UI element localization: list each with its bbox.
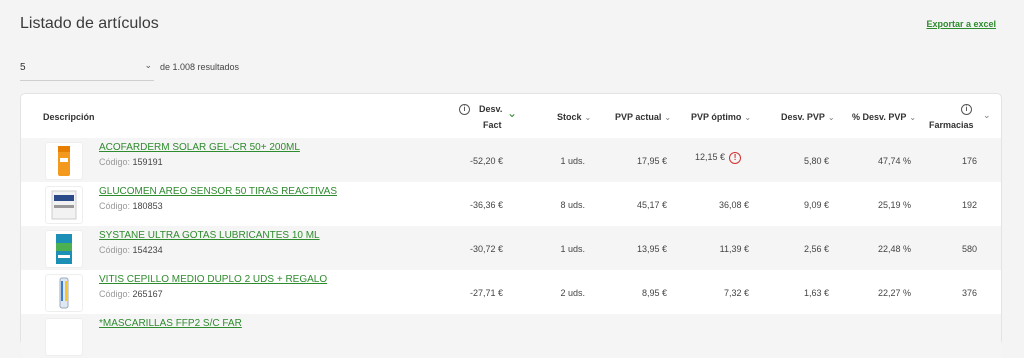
chevron-down-icon: ⌄ <box>664 113 672 122</box>
farmacias-value: 192 <box>961 200 977 210</box>
product-name-link[interactable]: VITIS CEPILLO MEDIO DUPLO 2 UDS + REGALO <box>99 274 327 285</box>
table-row: *MASCARILLAS FFP2 S/C FAR <box>21 314 1001 358</box>
product-name-link[interactable]: SYSTANE ULTRA GOTAS LUBRICANTES 10 ML <box>99 230 320 241</box>
header-farmacias-label: Farmacias <box>929 120 974 130</box>
pct-desv-value: 47,74 % <box>877 156 911 166</box>
page-size-select[interactable]: 5 ⌄ <box>20 56 154 81</box>
product-code: Código: 159191 <box>99 157 163 167</box>
desv-pvp-value: 1,63 € <box>803 288 829 298</box>
desv-pvp-value: 2,56 € <box>803 244 829 254</box>
pvp-actual-value: 45,17 € <box>636 200 667 210</box>
header-pvp-optimo-label: PVP óptimo <box>691 112 742 122</box>
product-name-link[interactable]: *MASCARILLAS FFP2 S/C FAR <box>99 318 242 329</box>
desv-pvp-value: 5,80 € <box>803 156 829 166</box>
pvp-optimo-value: 12,15 €! <box>695 152 742 164</box>
header-desv-pvp-label: Desv. PVP <box>781 112 825 122</box>
pvp-optimo-value: 11,39 € <box>719 244 749 254</box>
product-code: Código: 265167 <box>99 289 163 299</box>
product-image <box>45 186 83 224</box>
sort-desc-icon[interactable]: ⌄ <box>507 106 517 120</box>
stock-value: 1 uds. <box>560 244 585 254</box>
chevron-down-icon: ⌄ <box>584 113 592 122</box>
export-excel-link[interactable]: Exportar a excel <box>926 19 996 29</box>
header-desv-fact-line1: Desv. <box>479 104 503 114</box>
header-desv-pvp[interactable]: Desv. PVP ⌄ <box>781 112 835 122</box>
pvp-actual-value: 8,95 € <box>641 288 667 298</box>
product-image <box>45 274 83 312</box>
header-pct-desv-pvp-label: % Desv. PVP <box>852 112 907 122</box>
info-icon[interactable]: i <box>459 104 470 115</box>
chevron-down-icon: ⌄ <box>983 110 991 120</box>
pvp-actual-value: 13,95 € <box>636 244 667 254</box>
articles-table: Descripción i Desv. Fact ⌄ Stock ⌄ PVP ac… <box>20 93 1002 358</box>
header-descripcion[interactable]: Descripción <box>43 112 95 122</box>
table-row: SYSTANE ULTRA GOTAS LUBRICANTES 10 ML Có… <box>21 226 1001 270</box>
product-name-link[interactable]: ACOFARDERM SOLAR GEL-CR 50+ 200ML <box>99 142 300 153</box>
pvp-optimo-value: 36,08 € <box>718 200 749 210</box>
desv-fact-value: -52,20 € <box>469 156 503 166</box>
pct-desv-value: 25,19 % <box>877 200 911 210</box>
pvp-optimo-value: 7,32 € <box>723 288 749 298</box>
header-pvp-actual-label: PVP actual <box>615 112 662 122</box>
product-code: Código: 154234 <box>99 245 163 255</box>
pvp-actual-value: 17,95 € <box>636 156 667 166</box>
header-pct-desv-pvp[interactable]: % Desv. PVP ⌄ <box>852 112 916 122</box>
desv-fact-value: -36,36 € <box>469 200 503 210</box>
product-name-link[interactable]: GLUCOMEN AREO SENSOR 50 TIRAS REACTIVAS <box>99 186 337 197</box>
info-icon[interactable]: i <box>961 104 972 115</box>
chevron-down-icon: ⌄ <box>827 113 835 122</box>
header-stock[interactable]: Stock ⌄ <box>557 112 591 122</box>
farmacias-value: 580 <box>961 244 977 254</box>
product-code: Código: 180853 <box>99 201 163 211</box>
stock-value: 2 uds. <box>560 288 585 298</box>
farmacias-value: 176 <box>961 156 977 166</box>
table-row: GLUCOMEN AREO SENSOR 50 TIRAS REACTIVAS … <box>21 182 1001 226</box>
farmacias-value: 376 <box>961 288 977 298</box>
desv-fact-value: -30,72 € <box>469 244 503 254</box>
header-desv-fact-line2: Fact <box>483 120 502 130</box>
desv-pvp-value: 9,09 € <box>803 200 829 210</box>
desv-fact-value: -27,71 € <box>469 288 503 298</box>
header-pvp-optimo[interactable]: PVP óptimo ⌄ <box>691 112 751 122</box>
pct-desv-value: 22,48 % <box>877 244 911 254</box>
stock-value: 8 uds. <box>560 200 585 210</box>
chevron-down-icon: ⌄ <box>909 113 917 122</box>
header-pvp-actual[interactable]: PVP actual ⌄ <box>615 112 671 122</box>
header-stock-label: Stock <box>557 112 582 122</box>
results-count: de 1.008 resultados <box>160 62 240 72</box>
page-size-value: 5 <box>20 62 26 73</box>
stock-value: 1 uds. <box>560 156 585 166</box>
product-image <box>45 318 83 356</box>
alert-icon[interactable]: ! <box>729 152 742 164</box>
page-title: Listado de artículos <box>20 15 159 32</box>
table-row: VITIS CEPILLO MEDIO DUPLO 2 UDS + REGALO… <box>21 270 1001 314</box>
product-image <box>45 142 83 180</box>
chevron-down-icon: ⌄ <box>144 60 152 70</box>
pct-desv-value: 22,27 % <box>877 288 911 298</box>
product-image <box>45 230 83 268</box>
table-row: ACOFARDERM SOLAR GEL-CR 50+ 200ML Código… <box>21 138 1001 182</box>
chevron-down-icon: ⌄ <box>744 113 752 122</box>
